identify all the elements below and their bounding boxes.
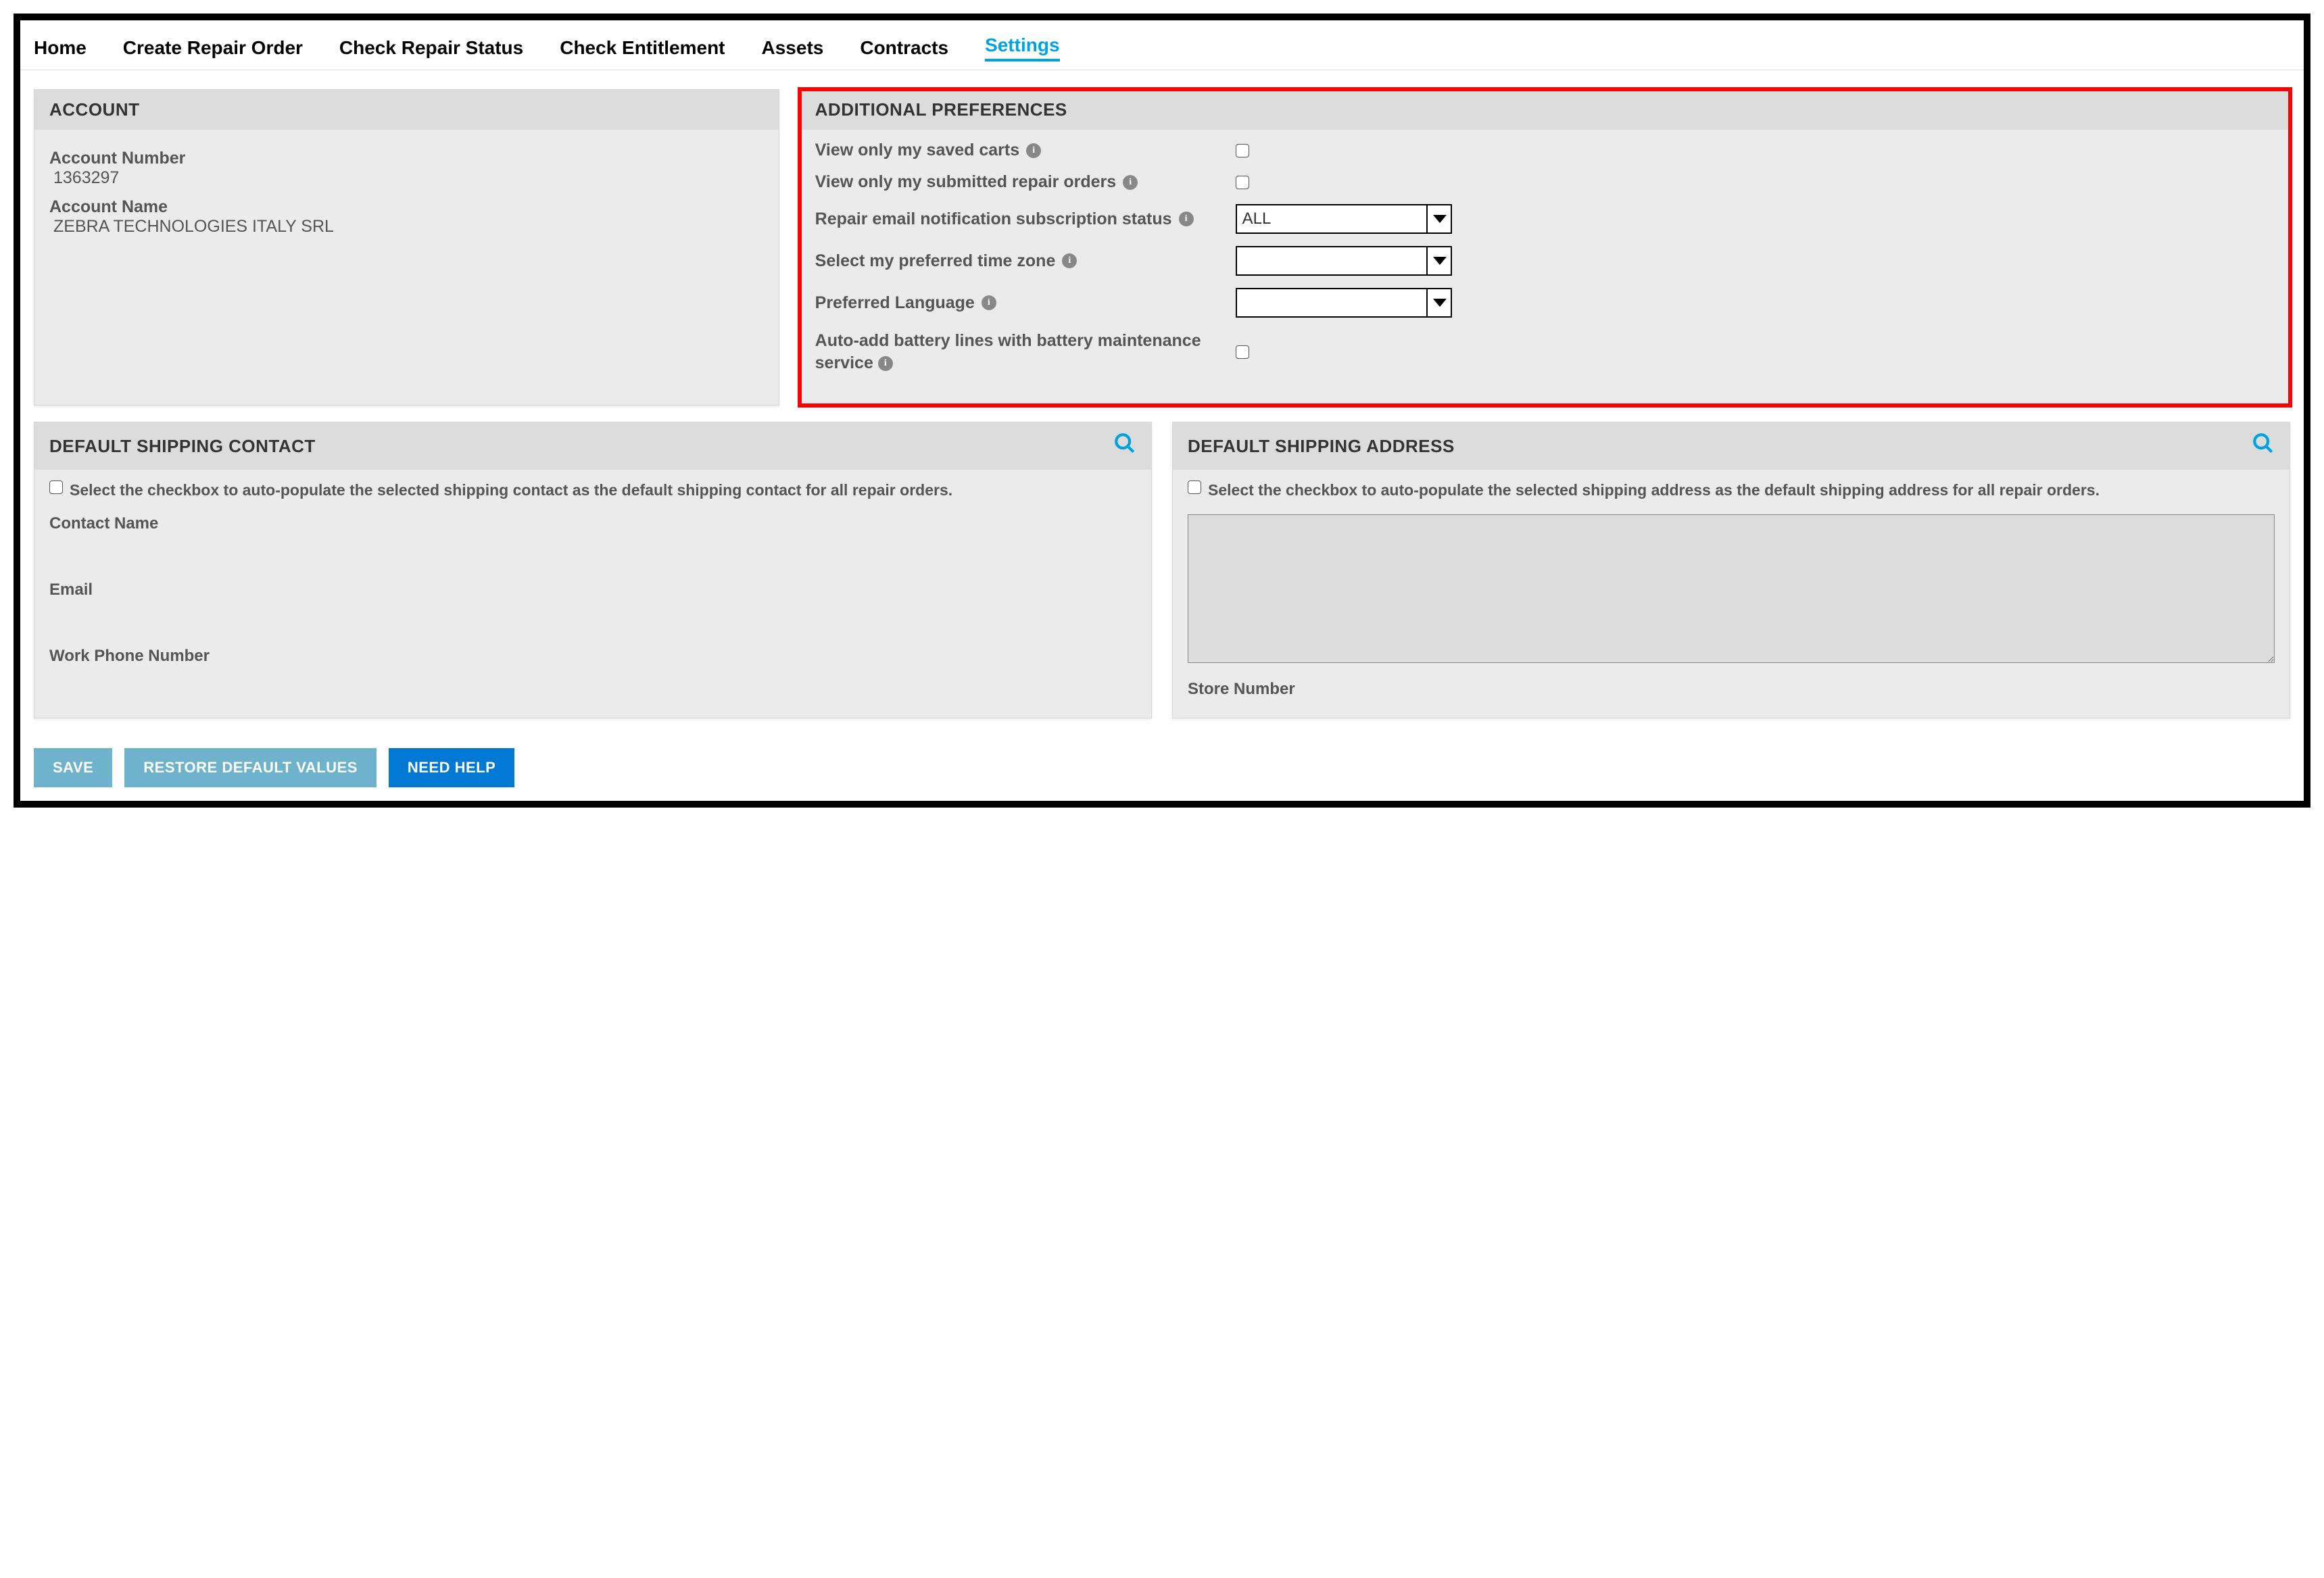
nav-home[interactable]: Home bbox=[34, 37, 87, 59]
account-header: ACCOUNT bbox=[34, 90, 779, 130]
pref-submitted-orders-checkbox[interactable] bbox=[1236, 176, 1249, 189]
pref-email-subscription-select[interactable]: ALL bbox=[1236, 204, 1452, 234]
work-phone-label: Work Phone Number bbox=[49, 647, 1136, 666]
info-icon[interactable]: i bbox=[1062, 253, 1077, 268]
pref-saved-carts-checkbox[interactable] bbox=[1236, 144, 1249, 157]
info-icon[interactable]: i bbox=[1123, 175, 1138, 190]
pref-submitted-orders-label: View only my submitted repair orders bbox=[815, 172, 1117, 192]
shipping-contact-default-checkbox[interactable] bbox=[49, 480, 63, 494]
info-icon[interactable]: i bbox=[1179, 212, 1194, 226]
shipping-contact-default-desc: Select the checkbox to auto-populate the… bbox=[70, 480, 952, 501]
prefs-header: ADDITIONAL PREFERENCES bbox=[800, 90, 2290, 130]
nav-contracts[interactable]: Contracts bbox=[860, 37, 948, 59]
additional-preferences-panel: ADDITIONAL PREFERENCES View only my save… bbox=[800, 89, 2290, 405]
shipping-address-textarea[interactable] bbox=[1188, 514, 2275, 663]
nav-create-repair-order[interactable]: Create Repair Order bbox=[123, 37, 303, 59]
shipping-address-default-desc: Select the checkbox to auto-populate the… bbox=[1208, 480, 2100, 501]
top-nav: Home Create Repair Order Check Repair St… bbox=[20, 20, 2304, 70]
account-number-label: Account Number bbox=[49, 149, 764, 168]
account-number-value: 1363297 bbox=[53, 168, 764, 188]
search-icon[interactable] bbox=[2252, 432, 2275, 460]
chevron-down-icon bbox=[1433, 299, 1447, 307]
info-icon[interactable]: i bbox=[1026, 143, 1041, 158]
pref-language-label: Preferred Language bbox=[815, 293, 975, 313]
pref-timezone-select[interactable] bbox=[1236, 246, 1452, 276]
pref-auto-add-battery-checkbox[interactable] bbox=[1236, 345, 1249, 359]
restore-defaults-button[interactable]: RESTORE DEFAULT VALUES bbox=[124, 748, 377, 787]
pref-language-select[interactable] bbox=[1236, 288, 1452, 318]
shipping-address-default-checkbox[interactable] bbox=[1188, 480, 1201, 494]
shipping-address-header: DEFAULT SHIPPING ADDRESS bbox=[1188, 436, 1455, 457]
pref-auto-add-battery-label: Auto-add battery lines with battery main… bbox=[815, 331, 1201, 372]
chevron-down-icon bbox=[1433, 215, 1447, 223]
account-name-label: Account Name bbox=[49, 197, 764, 217]
pref-timezone-label: Select my preferred time zone bbox=[815, 251, 1056, 271]
shipping-contact-header: DEFAULT SHIPPING CONTACT bbox=[49, 436, 316, 457]
search-icon[interactable] bbox=[1113, 432, 1136, 460]
account-panel: ACCOUNT Account Number 1363297 Account N… bbox=[34, 89, 779, 405]
info-icon[interactable]: i bbox=[878, 356, 893, 371]
nav-settings[interactable]: Settings bbox=[985, 34, 1059, 61]
contact-name-label: Contact Name bbox=[49, 514, 1136, 533]
shipping-contact-panel: DEFAULT SHIPPING CONTACT Select the chec… bbox=[34, 422, 1152, 718]
nav-assets[interactable]: Assets bbox=[762, 37, 824, 59]
need-help-button[interactable]: NEED HELP bbox=[389, 748, 514, 787]
nav-check-repair-status[interactable]: Check Repair Status bbox=[339, 37, 523, 59]
chevron-down-icon bbox=[1433, 257, 1447, 265]
account-name-value: ZEBRA TECHNOLOGIES ITALY SRL bbox=[53, 217, 764, 237]
pref-email-subscription-label: Repair email notification subscription s… bbox=[815, 209, 1172, 229]
pref-saved-carts-label: View only my saved carts bbox=[815, 141, 1019, 160]
info-icon[interactable]: i bbox=[982, 295, 996, 310]
shipping-address-panel: DEFAULT SHIPPING ADDRESS Select the chec… bbox=[1172, 422, 2290, 718]
store-number-label: Store Number bbox=[1188, 680, 2275, 699]
email-label: Email bbox=[49, 581, 1136, 599]
nav-check-entitlement[interactable]: Check Entitlement bbox=[560, 37, 725, 59]
select-value: ALL bbox=[1242, 209, 1272, 228]
save-button[interactable]: SAVE bbox=[34, 748, 112, 787]
